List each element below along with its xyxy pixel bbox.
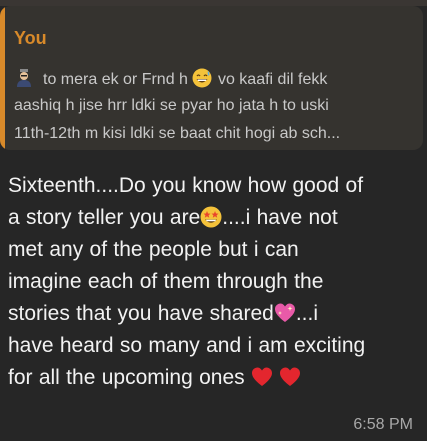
quote-line-3: 11th-12th m kisi ldki se baat chit hogi … <box>14 125 341 142</box>
grinning-sweat-icon <box>192 68 212 88</box>
quote-line-2: aashiq h jise hrr ldki se pyar ho jata h… <box>14 97 329 114</box>
message-line-6: have heard so many and i am exciting <box>8 334 366 357</box>
message-line-7: for all the upcoming ones <box>8 362 420 394</box>
message-body[interactable]: Sixteenth....Do you know how good of a s… <box>8 170 420 394</box>
red-heart-icon <box>279 366 301 388</box>
message-line-4: imagine each of them through the <box>8 270 324 293</box>
person-icon <box>14 69 34 87</box>
message-line-5-text-b: ...i <box>295 302 318 325</box>
chat-message-view: You to mera ek or Frnd h vo kaafi dil fe… <box>0 0 427 441</box>
message-line-5: stories that you have shared ...i <box>8 298 420 330</box>
sparkling-heart-icon <box>274 302 296 324</box>
message-line-2-text-b: ....i have not <box>222 206 338 229</box>
quote-line-1: to mera ek or Frnd h vo kaafi dil fekk <box>14 68 327 89</box>
message-line-7-text: for all the upcoming ones <box>8 366 245 389</box>
quote-author: You <box>14 28 47 48</box>
message-line-3: met any of the people but i can <box>8 238 299 261</box>
message-timestamp: 6:58 PM <box>353 416 413 433</box>
message-line-2-text-a: a story teller you are <box>8 206 201 229</box>
reply-quote[interactable]: You to mera ek or Frnd h vo kaafi dil fe… <box>0 6 423 150</box>
message-line-1: Sixteenth....Do you know how good of <box>8 174 364 197</box>
quote-line-1-text-a: to mera ek or Frnd h <box>43 71 188 88</box>
red-heart-icon <box>251 366 273 388</box>
quote-line-1-text-b: vo kaafi dil fekk <box>217 71 328 88</box>
quote-accent-bar <box>0 6 5 150</box>
star-struck-icon <box>200 206 222 228</box>
message-line-5-text-a: stories that you have shared <box>8 302 274 325</box>
message-line-2: a story teller you are ....i have not <box>8 202 420 234</box>
